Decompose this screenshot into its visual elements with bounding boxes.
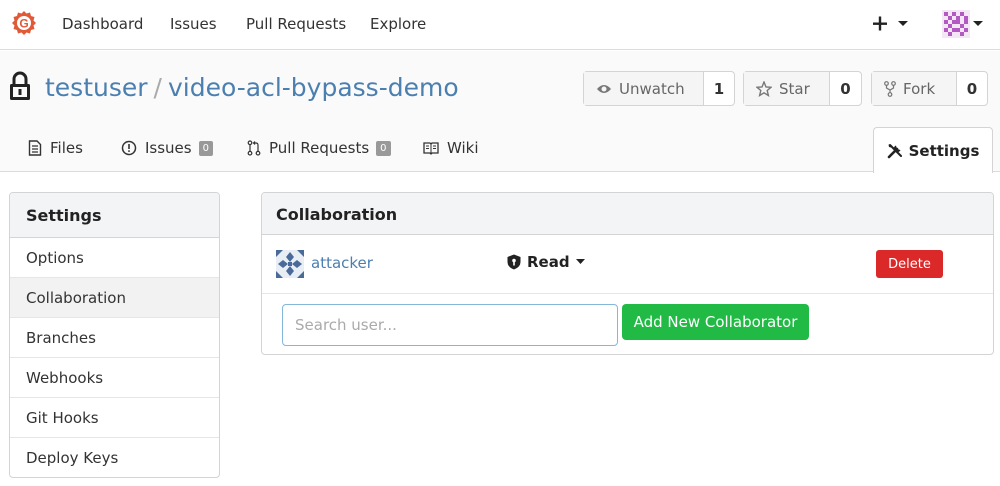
fork-label: Fork [903, 79, 936, 98]
forks-count[interactable]: 0 [957, 72, 987, 105]
sidebar-item-collaboration[interactable]: Collaboration [10, 278, 219, 318]
repo-tabs: Files Issues 0 Pull Requests 0 Wiki Sett… [0, 127, 1000, 173]
fork-button[interactable]: Fork [872, 72, 957, 105]
collaborator-row: attacker Read Delete [262, 235, 993, 294]
repo-owner-link[interactable]: testuser [45, 73, 148, 102]
avatar[interactable] [276, 250, 304, 278]
settings-sidebar: Settings Options Collaboration Branches … [9, 192, 220, 478]
star-button[interactable]: Star [744, 72, 830, 105]
nav-issues[interactable]: Issues [170, 15, 217, 33]
tab-issues-label: Issues [145, 139, 192, 157]
create-new-menu[interactable] [870, 10, 914, 38]
star-label: Star [779, 79, 810, 98]
star-button-group: Star 0 [743, 71, 862, 106]
file-text-icon [28, 140, 42, 156]
plus-icon [873, 16, 887, 31]
top-navbar: G Dashboard Issues Pull Requests Explore [0, 0, 1000, 50]
eye-icon [597, 84, 611, 93]
chevron-down-icon [973, 21, 983, 26]
shield-icon [507, 254, 521, 270]
book-icon [423, 142, 439, 155]
tab-files[interactable]: Files [28, 139, 83, 157]
tab-files-label: Files [50, 139, 83, 157]
watch-button-group: Unwatch 1 [583, 71, 735, 106]
nav-dashboard[interactable]: Dashboard [62, 15, 143, 33]
chevron-down-icon [898, 21, 908, 26]
unwatch-label: Unwatch [619, 79, 685, 98]
issues-count-badge: 0 [198, 140, 213, 156]
repo-name-link[interactable]: video-acl-bypass-demo [168, 73, 459, 102]
tab-pull-requests[interactable]: Pull Requests 0 [247, 139, 391, 157]
chevron-down-icon [575, 259, 585, 264]
add-collaborator-button[interactable]: Add New Collaborator [622, 304, 809, 340]
unwatch-button[interactable]: Unwatch [584, 72, 704, 105]
nav-pull-requests[interactable]: Pull Requests [246, 15, 346, 33]
star-icon [756, 80, 772, 97]
git-pull-request-icon [247, 140, 261, 156]
nav-explore[interactable]: Explore [370, 15, 426, 33]
issue-opened-icon [121, 140, 137, 156]
permission-label: Read [527, 253, 570, 271]
sidebar-item-branches[interactable]: Branches [10, 318, 219, 358]
sidebar-title: Settings [10, 193, 219, 238]
tab-wiki-label: Wiki [447, 139, 479, 157]
tab-settings-label: Settings [908, 141, 980, 160]
delete-collaborator-button[interactable]: Delete [876, 250, 943, 278]
sidebar-item-options[interactable]: Options [10, 238, 219, 278]
permission-dropdown[interactable]: Read [507, 253, 591, 271]
repo-title: testuser / video-acl-bypass-demo [45, 73, 459, 102]
lock-icon [10, 71, 30, 100]
tab-wiki[interactable]: Wiki [423, 139, 479, 157]
collaborator-name-link[interactable]: attacker [311, 254, 373, 272]
fork-icon [884, 80, 896, 97]
repo-header: testuser / video-acl-bypass-demo Unwatch 1… [0, 51, 1000, 173]
tools-icon [887, 143, 902, 158]
avatar [942, 10, 970, 38]
svg-text:G: G [19, 17, 28, 31]
fork-button-group: Fork 0 [871, 71, 988, 106]
pull-requests-count-badge: 0 [376, 140, 391, 156]
tab-issues[interactable]: Issues 0 [121, 139, 213, 157]
tab-settings[interactable]: Settings [873, 127, 993, 173]
repo-title-separator: / [153, 73, 162, 102]
watchers-count[interactable]: 1 [704, 72, 734, 105]
stars-count[interactable]: 0 [830, 72, 861, 105]
sidebar-item-deploy-keys[interactable]: Deploy Keys [10, 438, 219, 477]
tab-pull-requests-label: Pull Requests [269, 139, 370, 157]
user-menu[interactable] [942, 10, 988, 40]
search-user-input[interactable] [282, 304, 618, 346]
sidebar-item-git-hooks[interactable]: Git Hooks [10, 398, 219, 438]
gitea-logo-icon[interactable]: G [10, 10, 38, 38]
collaboration-panel: Collaboration attacker Read Delete Searc… [261, 192, 994, 355]
panel-title: Collaboration [262, 193, 993, 235]
sidebar-item-webhooks[interactable]: Webhooks [10, 358, 219, 398]
